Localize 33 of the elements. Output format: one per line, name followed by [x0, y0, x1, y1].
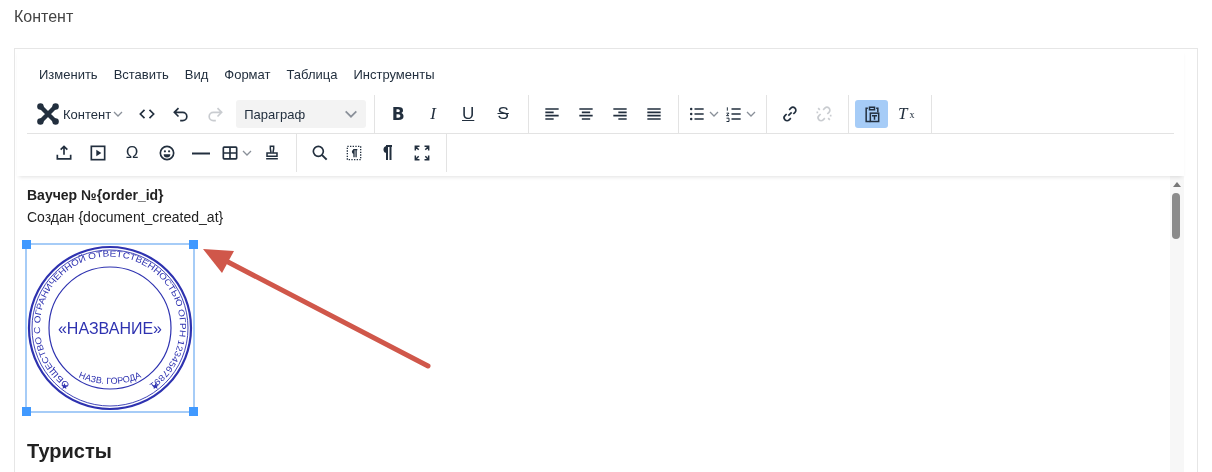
resize-handle[interactable]	[189, 240, 198, 249]
horizontal-line-icon	[191, 151, 210, 155]
caret-icon	[709, 111, 720, 117]
resize-handle[interactable]	[22, 407, 31, 416]
caret-icon	[242, 150, 252, 156]
table-icon	[220, 143, 240, 163]
voucher-title: Ваучер №{order_id}	[27, 186, 164, 205]
menu-item[interactable]: Вставить	[105, 66, 177, 82]
menu-button[interactable]: Контент	[35, 100, 130, 128]
menu-item[interactable]: Изменить	[31, 66, 106, 82]
format-button[interactable]: B	[381, 100, 416, 128]
pilcrow-icon	[382, 145, 393, 161]
caret-icon	[113, 111, 124, 117]
format-button[interactable]: Ω	[115, 139, 149, 167]
menu-item[interactable]: Инструменты	[345, 66, 443, 82]
menu-item[interactable]: Формат	[216, 66, 279, 82]
menu-item[interactable]: Таблица	[278, 66, 346, 82]
caret-icon	[344, 110, 359, 118]
resize-handle[interactable]	[189, 407, 198, 416]
scrollbar-thumb[interactable]	[1172, 193, 1180, 239]
section-heading: Туристы	[27, 439, 112, 464]
menu-item[interactable]: Вид	[176, 66, 217, 82]
scroll-up-icon[interactable]	[1173, 182, 1181, 187]
caret-icon	[746, 111, 757, 117]
created-line: Создан {document_created_at}	[27, 208, 224, 227]
clipboard-button[interactable]	[855, 100, 889, 128]
block-format-select[interactable]: Параграф	[236, 100, 367, 128]
field-label: Контент	[14, 8, 74, 27]
format-button[interactable]: U	[451, 100, 486, 128]
format-button[interactable]: S	[486, 100, 521, 128]
logo-icon	[35, 101, 61, 127]
format-button[interactable]: I	[416, 100, 451, 128]
scrollbar[interactable]	[1170, 176, 1184, 472]
